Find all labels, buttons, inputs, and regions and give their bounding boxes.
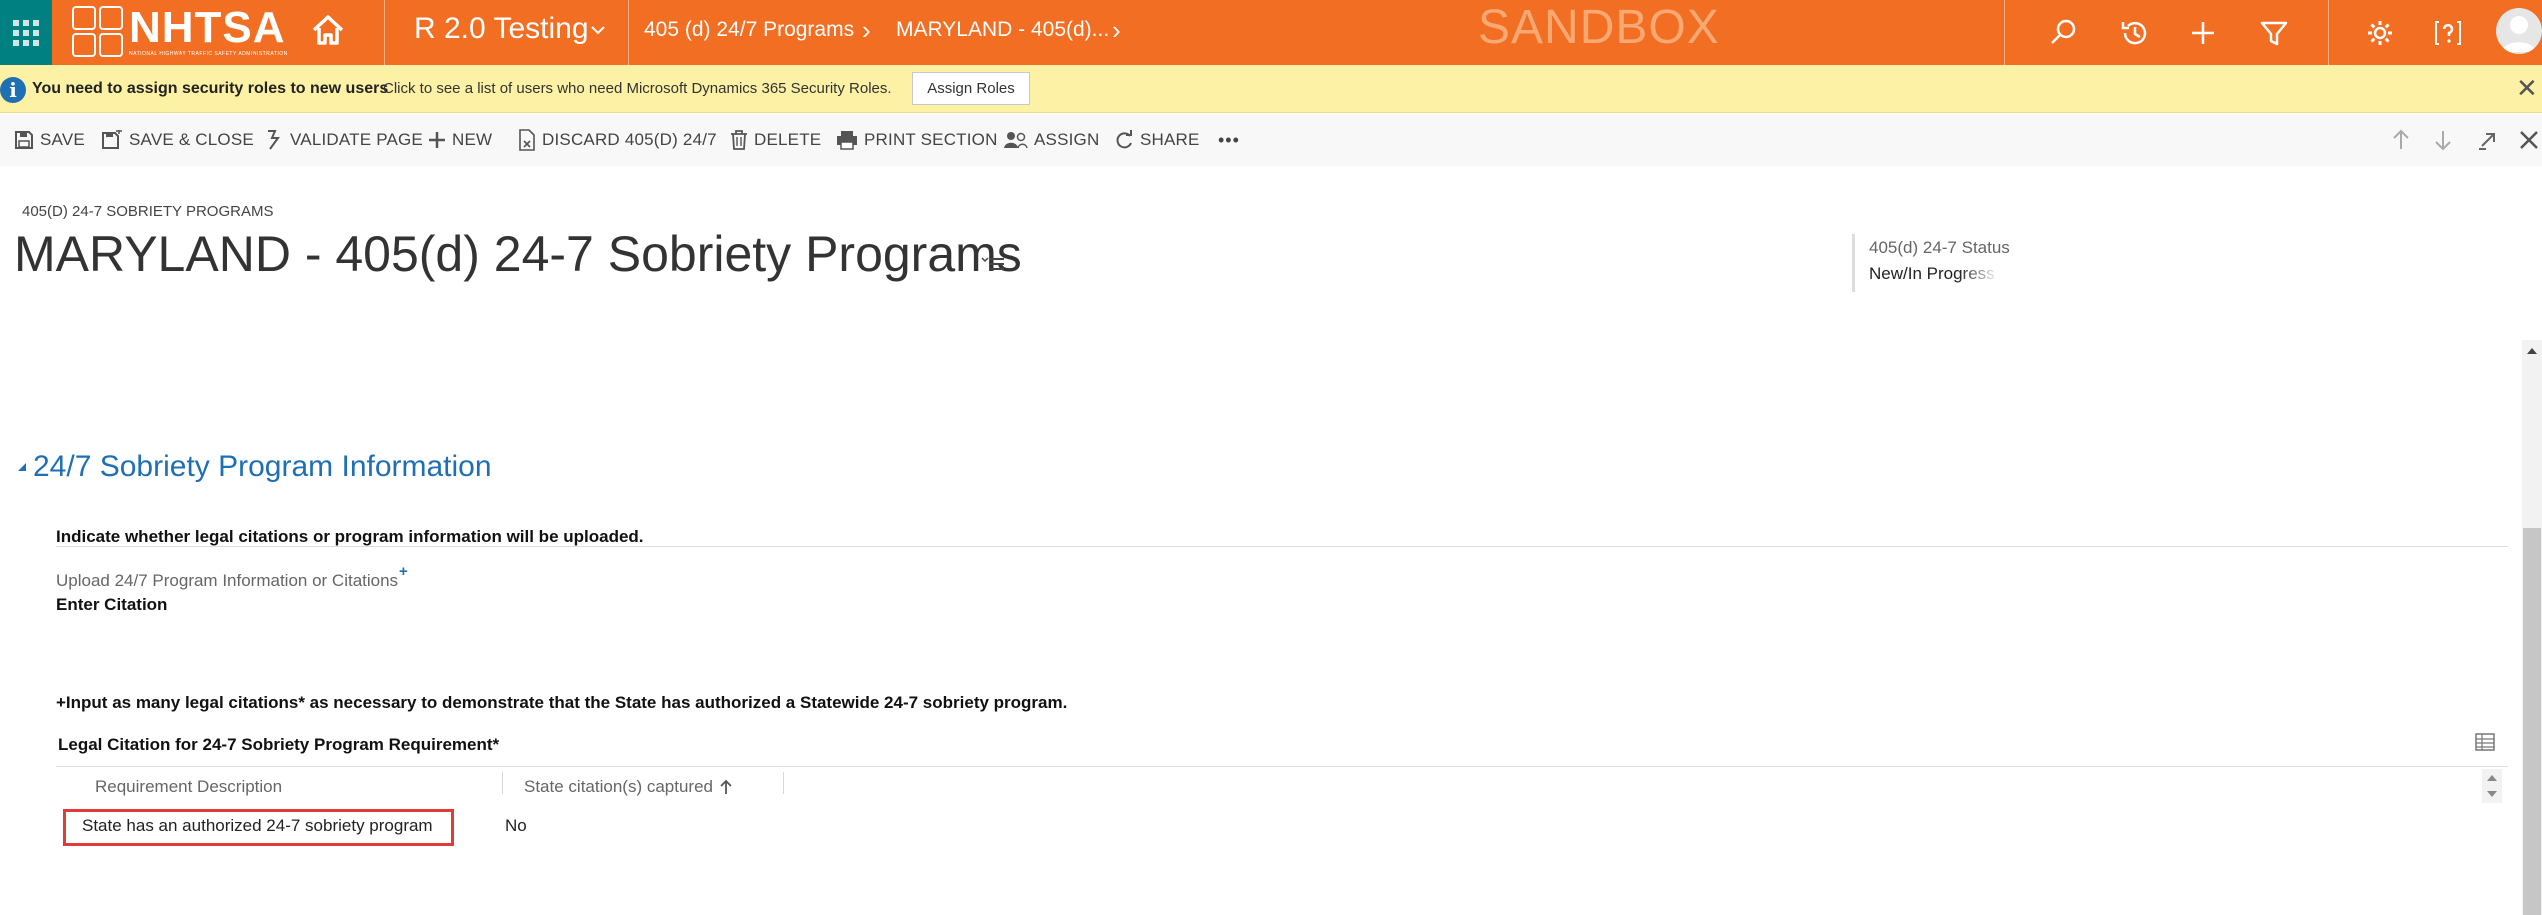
notification-bar: i You need to assign security roles to n… bbox=[0, 65, 2542, 113]
sort-ascending-icon bbox=[720, 779, 732, 794]
status-value: New/In Progress bbox=[1869, 264, 1999, 284]
breadcrumb-next-icon[interactable]: › bbox=[1112, 17, 1121, 43]
scrollbar-thumb[interactable] bbox=[2523, 528, 2541, 915]
help-icon[interactable] bbox=[2431, 16, 2465, 50]
validate-page-button[interactable]: VALIDATE PAGE bbox=[264, 128, 423, 152]
nhtsa-logo[interactable]: NHTSA NATIONAL HIGHWAY TRAFFIC SAFETY AD… bbox=[72, 0, 288, 62]
close-form-icon[interactable] bbox=[2516, 127, 2542, 153]
upload-field-value[interactable]: Enter Citation bbox=[56, 595, 167, 615]
trash-icon bbox=[731, 130, 747, 150]
environment-label: SANDBOX bbox=[1478, 1, 1720, 54]
nav-divider bbox=[2004, 0, 2005, 65]
assign-button[interactable]: ASSIGN bbox=[1004, 128, 1099, 152]
column-separator[interactable] bbox=[783, 772, 784, 794]
share-label: SHARE bbox=[1140, 130, 1200, 149]
info-icon: i bbox=[0, 77, 26, 103]
chevron-down-icon[interactable] bbox=[588, 20, 608, 40]
waffle-icon[interactable] bbox=[0, 0, 52, 65]
command-bar: SAVE SAVE & CLOSE VALIDATE PAGE NEW DISC… bbox=[0, 114, 2542, 166]
column-header-requirement[interactable]: Requirement Description bbox=[95, 777, 282, 797]
discard-icon bbox=[519, 129, 535, 151]
pop-out-icon[interactable] bbox=[2475, 127, 2501, 153]
logo-subtext: NATIONAL HIGHWAY TRAFFIC SAFETY ADMINIST… bbox=[129, 51, 288, 57]
divider bbox=[56, 546, 2508, 547]
breadcrumb-separator-icon: › bbox=[862, 15, 871, 45]
grid-view-icon[interactable] bbox=[2474, 731, 2496, 753]
row-state-citations[interactable]: No bbox=[505, 816, 527, 836]
plus-icon[interactable] bbox=[2186, 16, 2220, 50]
plus-icon bbox=[429, 132, 445, 148]
delete-button[interactable]: DELETE bbox=[730, 128, 821, 152]
printer-icon bbox=[837, 131, 857, 150]
new-label: NEW bbox=[452, 130, 493, 149]
nav-divider bbox=[384, 0, 385, 65]
upload-field-label: Upload 24/7 Program Information or Citat… bbox=[56, 571, 399, 590]
breadcrumb-programs[interactable]: 405 (d) 24/7 Programs bbox=[644, 18, 854, 42]
breadcrumb-record[interactable]: MARYLAND - 405(d)... bbox=[896, 18, 1109, 42]
save-button[interactable]: SAVE bbox=[14, 128, 85, 152]
history-icon[interactable] bbox=[2117, 16, 2151, 50]
save-label: SAVE bbox=[40, 130, 85, 149]
logo-text: NHTSA bbox=[129, 3, 286, 52]
save-close-icon bbox=[102, 130, 122, 149]
entity-label: 405(D) 24-7 SOBRIETY PROGRAMS bbox=[22, 203, 274, 220]
save-close-label: SAVE & CLOSE bbox=[129, 130, 254, 149]
gear-icon[interactable] bbox=[2363, 16, 2397, 50]
collapse-section-icon[interactable] bbox=[16, 461, 28, 473]
notification-title: You need to assign security roles to new… bbox=[32, 80, 389, 97]
top-navigation-bar: NHTSA NATIONAL HIGHWAY TRAFFIC SAFETY AD… bbox=[0, 0, 2542, 65]
print-section-button[interactable]: PRINT SECTION bbox=[836, 128, 998, 152]
save-icon bbox=[15, 131, 33, 149]
assign-icon bbox=[1004, 132, 1028, 149]
column-header-state-citations[interactable]: State citation(s) captured bbox=[524, 777, 733, 797]
notification-message[interactable]: Click to see a list of users who need Mi… bbox=[383, 80, 892, 97]
new-button[interactable]: NEW bbox=[428, 128, 492, 152]
discard-label: DISCARD 405(D) 24/7 bbox=[542, 130, 717, 149]
print-label: PRINT SECTION bbox=[864, 130, 998, 149]
app-title[interactable]: R 2.0 Testing bbox=[414, 12, 589, 46]
filter-icon[interactable] bbox=[2257, 16, 2291, 50]
scroll-up-icon[interactable] bbox=[2525, 344, 2539, 358]
delete-label: DELETE bbox=[754, 130, 822, 149]
discard-button[interactable]: DISCARD 405(D) 24/7 bbox=[518, 128, 717, 152]
more-commands-button[interactable]: ••• bbox=[1218, 128, 1240, 152]
subgrid-divider bbox=[56, 766, 2508, 767]
validate-label: VALIDATE PAGE bbox=[290, 130, 423, 149]
search-icon[interactable] bbox=[2046, 16, 2080, 50]
column-header-state-citations-label: State citation(s) captured bbox=[524, 777, 713, 796]
instruction-text: Indicate whether legal citations or prog… bbox=[56, 527, 644, 546]
assign-roles-button[interactable]: Assign Roles bbox=[912, 72, 1030, 105]
section-title[interactable]: 24/7 Sobriety Program Information bbox=[33, 450, 492, 484]
page-title: MARYLAND - 405(d) 24-7 Sobriety Programs bbox=[14, 226, 1022, 282]
citation-instruction: +Input as many legal citations* as neces… bbox=[56, 693, 1068, 712]
arrow-up-icon[interactable] bbox=[2388, 127, 2414, 153]
arrow-down-icon[interactable] bbox=[2430, 127, 2456, 153]
home-icon[interactable] bbox=[310, 12, 346, 48]
nav-divider bbox=[2328, 0, 2329, 65]
save-and-close-button[interactable]: SAVE & CLOSE bbox=[101, 128, 254, 152]
close-icon[interactable]: ✕ bbox=[2516, 75, 2538, 101]
validate-icon bbox=[268, 130, 280, 150]
status-label: 405(d) 24-7 Status bbox=[1869, 238, 2010, 257]
row-requirement-description[interactable]: State has an authorized 24-7 sobriety pr… bbox=[82, 816, 433, 836]
assign-label: ASSIGN bbox=[1034, 130, 1100, 149]
share-button[interactable]: SHARE bbox=[1114, 128, 1200, 152]
required-marker: + bbox=[399, 563, 408, 580]
form-selector-menu-icon[interactable] bbox=[980, 250, 1006, 276]
header-status-field: 405(d) 24-7 Status New/In Progress bbox=[1852, 234, 2012, 292]
nav-divider bbox=[628, 0, 629, 65]
column-separator[interactable] bbox=[502, 772, 503, 794]
share-icon bbox=[1116, 130, 1132, 149]
user-avatar-icon[interactable] bbox=[2496, 8, 2542, 54]
subgrid-scroll-arrows-icon[interactable] bbox=[2482, 769, 2502, 803]
logo-emblem-icon bbox=[72, 5, 123, 57]
subgrid-title: Legal Citation for 24-7 Sobriety Program… bbox=[58, 735, 500, 754]
